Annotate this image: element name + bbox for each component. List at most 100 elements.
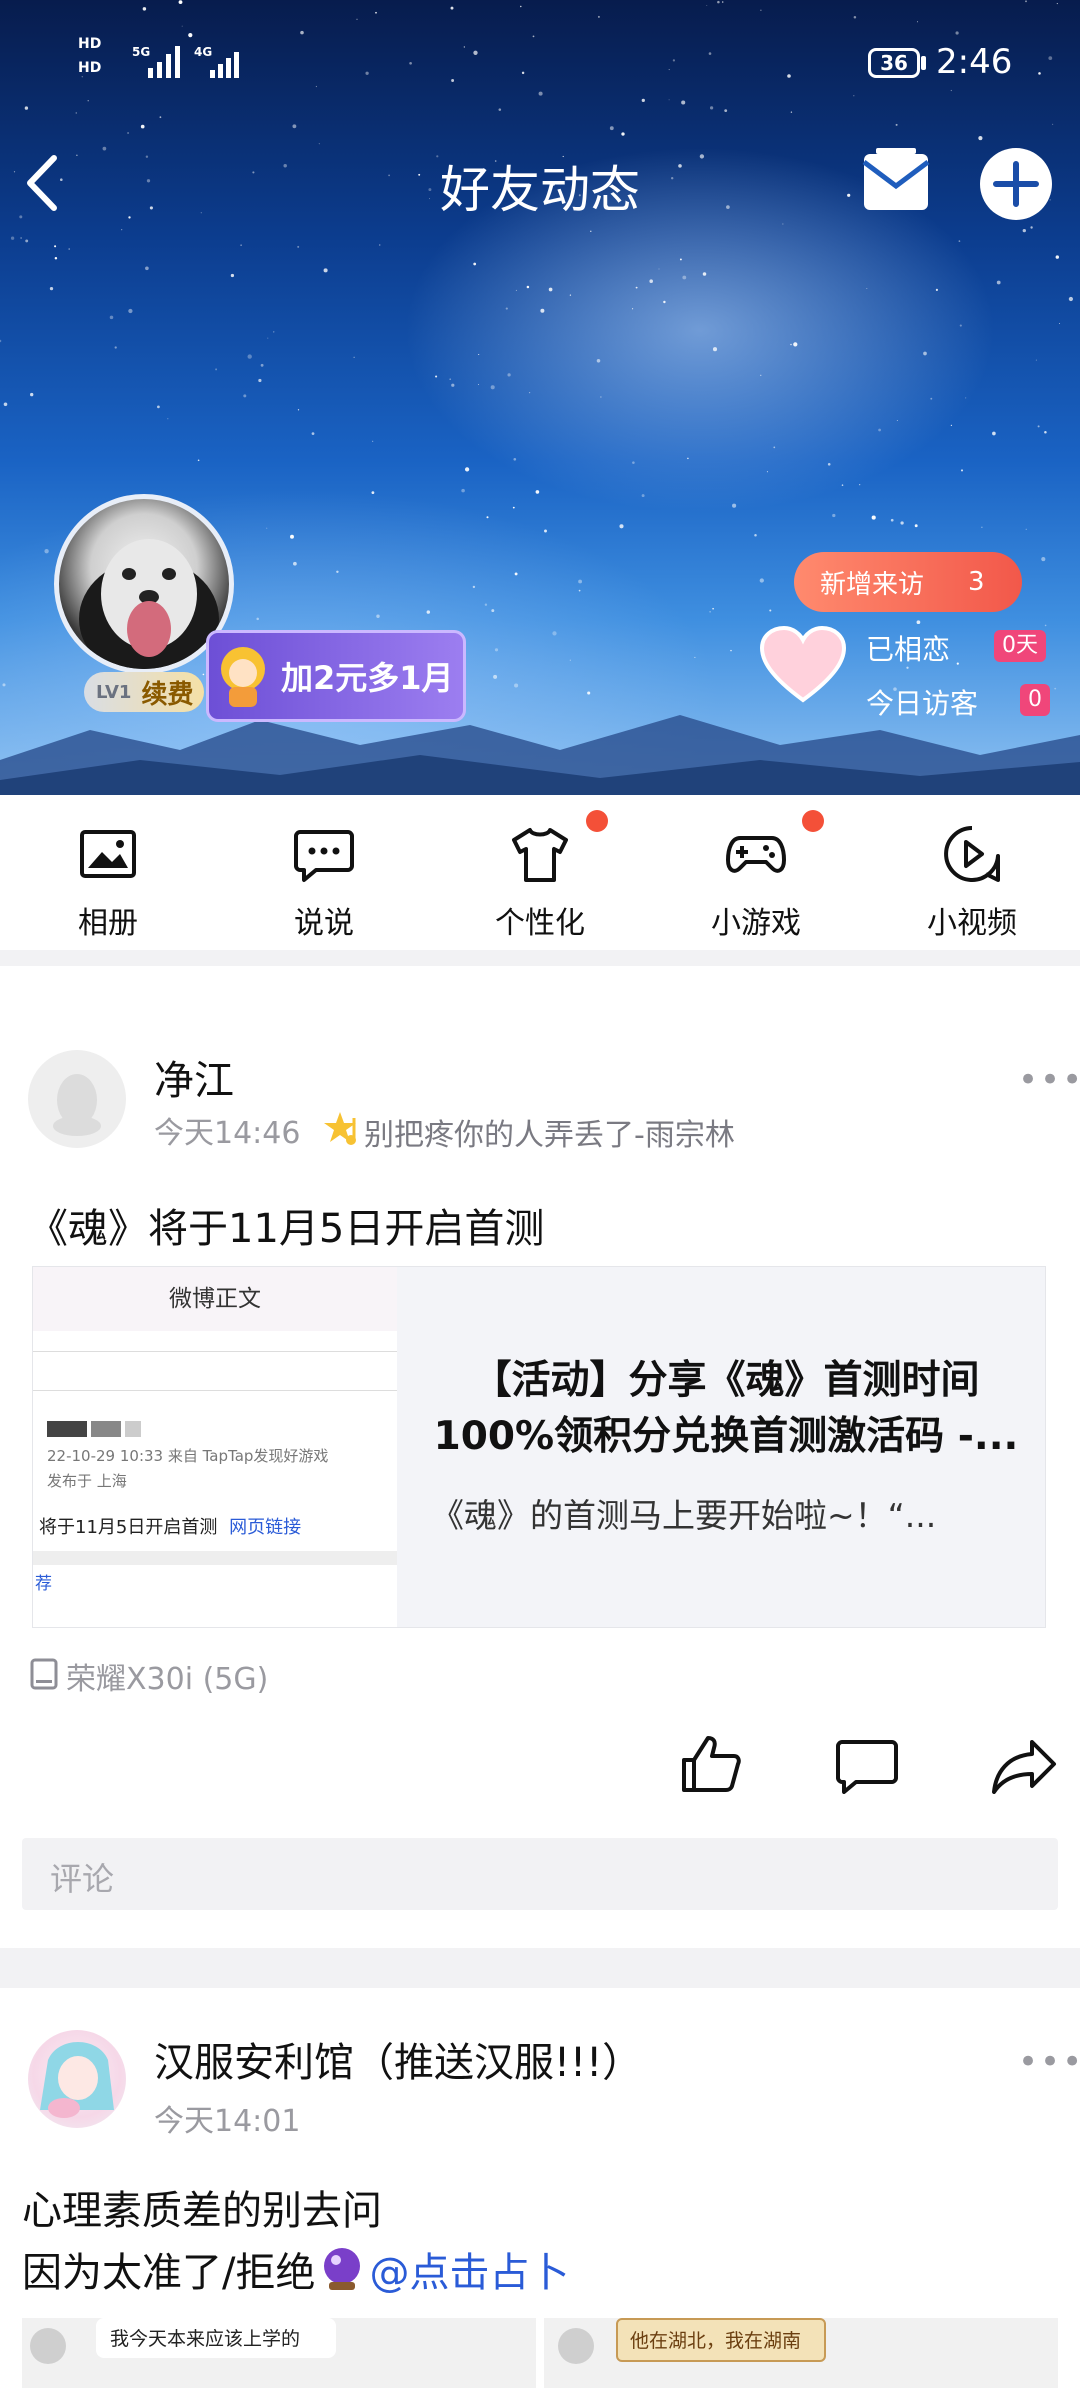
post-author[interactable]: 净江 xyxy=(154,1048,234,1106)
star xyxy=(297,409,300,411)
menu-label: 个性化 xyxy=(495,906,585,941)
star xyxy=(663,300,666,304)
star xyxy=(290,534,294,539)
divination-link[interactable]: @点击占卜 xyxy=(369,2240,569,2298)
star xyxy=(793,342,798,347)
star xyxy=(87,100,89,102)
star xyxy=(916,620,921,625)
star xyxy=(44,549,49,554)
author-avatar-2[interactable] xyxy=(28,2030,126,2128)
star xyxy=(512,506,515,509)
star xyxy=(597,15,600,18)
star xyxy=(1048,56,1053,60)
star xyxy=(356,18,358,20)
menu-item-video-play[interactable]: 小视频 xyxy=(864,800,1080,950)
star xyxy=(621,132,625,136)
star xyxy=(981,526,983,528)
plus-circle-icon[interactable] xyxy=(978,146,1054,222)
star xyxy=(709,106,714,110)
star xyxy=(273,331,275,333)
menu-item-gamepad[interactable]: 小游戏 xyxy=(648,800,864,950)
link-card[interactable]: 微博正文 22-10-29 10:33 来自 TapTap发现好游戏 发布于 上… xyxy=(32,1266,1046,1628)
star xyxy=(54,257,58,260)
star xyxy=(25,239,29,243)
star xyxy=(996,280,1001,285)
today-visitors-badge: 0 xyxy=(1020,684,1050,716)
like-icon[interactable] xyxy=(680,1734,742,1794)
author-avatar[interactable] xyxy=(28,1050,126,1148)
star xyxy=(450,6,454,10)
star xyxy=(668,69,670,71)
star xyxy=(682,275,687,280)
img1-text: 我今天本来应该上学的 xyxy=(96,2318,336,2358)
post2-image-1[interactable]: 我今天本来应该上学的 xyxy=(22,2318,536,2388)
star xyxy=(109,315,114,320)
star xyxy=(1044,431,1047,434)
star xyxy=(472,585,476,589)
mail-icon[interactable] xyxy=(860,148,932,216)
new-visitors-count: 3 xyxy=(968,567,985,597)
star xyxy=(632,461,635,464)
share-icon[interactable] xyxy=(992,1738,1058,1794)
penguin-placeholder-icon xyxy=(53,1074,101,1136)
star xyxy=(866,287,868,290)
menu-item-tshirt[interactable]: 个性化 xyxy=(432,800,648,950)
star xyxy=(890,518,894,522)
star xyxy=(507,373,511,377)
link-card-desc: 《魂》的首测马上要开始啦~！“... xyxy=(431,1496,937,1535)
star xyxy=(544,529,547,533)
phone-icon xyxy=(30,1658,58,1690)
star xyxy=(896,420,898,421)
star xyxy=(787,74,791,78)
link-card-title: 【活动】分享《魂》首测时间100%领积分兑换首测激活码 -... xyxy=(433,1358,1019,1459)
star xyxy=(956,662,959,665)
thumb-header: 微博正文 xyxy=(33,1267,397,1331)
post2-text-line1: 心理素质差的别去问 xyxy=(22,2188,382,2234)
heart-icon[interactable] xyxy=(760,626,846,704)
comment-input[interactable]: 评论 xyxy=(22,1838,1058,1910)
post2-image-2[interactable]: 他在湖北，我在湖南 xyxy=(544,2318,1058,2388)
star xyxy=(649,279,653,283)
new-visitors-pill[interactable]: 新增来访 3 xyxy=(794,552,1022,612)
comment-icon[interactable] xyxy=(836,1738,898,1794)
star xyxy=(709,611,711,613)
star xyxy=(81,75,84,78)
thumb-link: 网页链接 xyxy=(229,1517,302,1538)
star xyxy=(569,294,572,296)
star xyxy=(1025,0,1027,3)
star xyxy=(853,95,855,97)
star xyxy=(538,91,543,96)
vip-promo-banner[interactable]: 加2元多1月 xyxy=(206,630,466,722)
star xyxy=(827,463,831,466)
notification-dot xyxy=(586,810,608,832)
star xyxy=(668,99,670,101)
star xyxy=(311,432,315,435)
star xyxy=(188,33,193,38)
star xyxy=(1025,528,1027,530)
star xyxy=(694,656,696,658)
star xyxy=(679,258,682,261)
star xyxy=(478,384,480,386)
star xyxy=(724,109,728,113)
star xyxy=(769,609,772,612)
star xyxy=(505,307,508,310)
star xyxy=(181,25,183,27)
star xyxy=(353,356,355,358)
renew-label[interactable]: 续费 xyxy=(141,674,193,711)
star xyxy=(832,513,836,518)
more-options-icon[interactable]: ••• xyxy=(1018,1060,1080,1100)
star xyxy=(371,491,375,495)
star xyxy=(75,112,77,114)
star xyxy=(20,237,22,239)
star xyxy=(258,378,262,383)
star xyxy=(514,572,518,576)
star xyxy=(256,617,259,621)
star xyxy=(473,262,477,266)
post-author-2[interactable]: 汉服安利馆（推送汉服!!!） xyxy=(154,2030,642,2088)
menu-item-photo[interactable]: 相册 xyxy=(0,800,216,950)
menu-item-chat-bubble[interactable]: 说说 xyxy=(216,800,432,950)
star xyxy=(514,683,519,688)
star xyxy=(526,285,530,289)
more-options-icon-2[interactable]: ••• xyxy=(1018,2042,1080,2082)
star xyxy=(790,343,792,346)
